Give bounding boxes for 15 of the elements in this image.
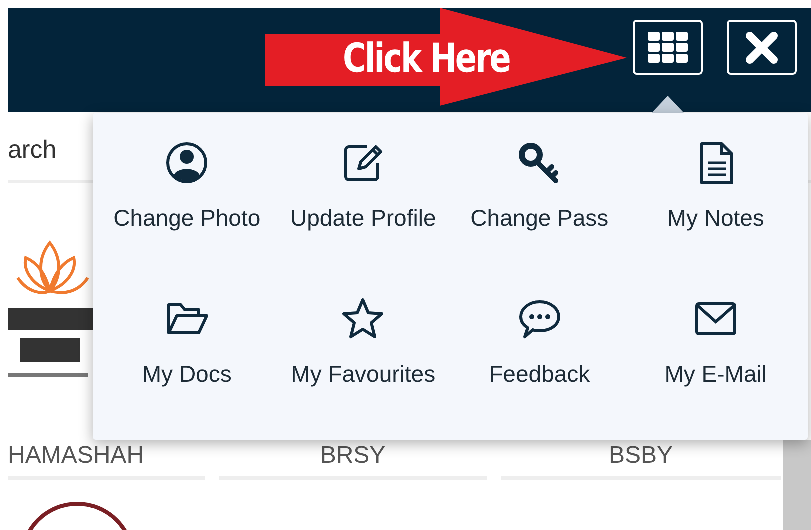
close-button[interactable]: [727, 20, 797, 75]
scheme-label: BSBY: [608, 442, 674, 470]
grid-icon: [648, 32, 688, 64]
menu-item[interactable]: Update Profile: [275, 141, 452, 297]
apps-grid-button[interactable]: [633, 20, 703, 75]
user-icon: [165, 141, 210, 185]
scheme-label: HAMASHAH: [8, 442, 144, 470]
search-field[interactable]: arch: [8, 136, 88, 164]
star-icon: [341, 297, 386, 341]
close-icon: [745, 30, 779, 64]
menu-item[interactable]: Change Photo: [99, 141, 276, 297]
menu-item[interactable]: Change Pass: [452, 141, 628, 297]
menu-item[interactable]: My Notes: [628, 141, 804, 297]
scheme-label: BRSY: [320, 442, 386, 470]
annotation-label: Click Here: [343, 35, 510, 83]
